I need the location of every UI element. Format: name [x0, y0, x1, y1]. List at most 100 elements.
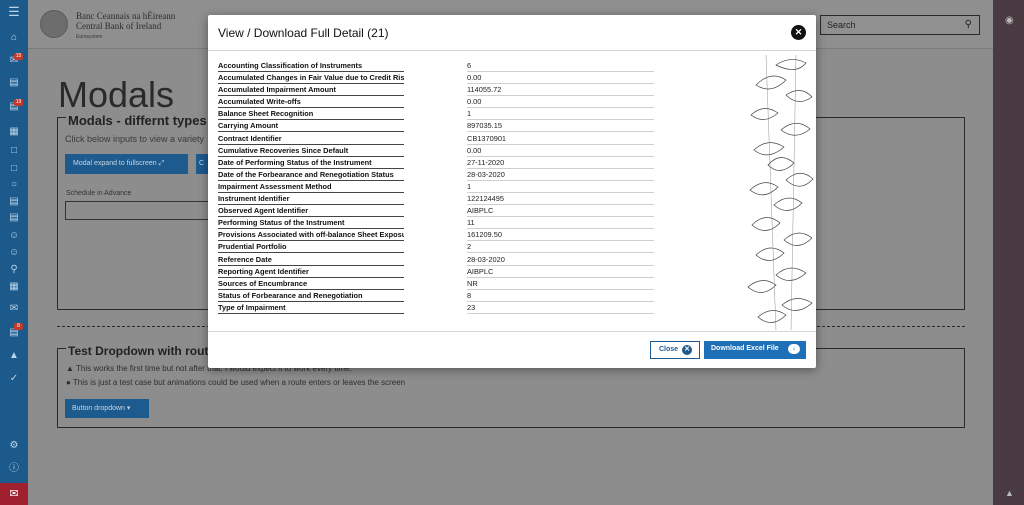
detail-label: Date of Performing Status of the Instrum…	[218, 157, 404, 169]
clipboard-icon[interactable]: □	[0, 161, 28, 177]
sitemap-icon[interactable]: ▲	[1005, 488, 1014, 498]
detail-value: 28-03-2020	[467, 254, 505, 264]
value-underline	[467, 312, 654, 314]
detail-label: Prudential Portfolio	[218, 241, 404, 254]
right-panel-strip: ◉ ▲	[993, 0, 1024, 505]
search-icon[interactable]: ⚲	[965, 19, 972, 30]
modal-fullscreen-label: Modal expand to fullscreen	[73, 160, 157, 167]
home-icon[interactable]: ⌂	[0, 30, 28, 46]
modal-header: View / Download Full Detail (21) ✕	[208, 15, 816, 51]
detail-row: Sources of Encumbrance NR	[218, 278, 654, 290]
detail-value: 23	[467, 302, 476, 312]
detail-row: Reporting Agent Identifier AIBPLC	[218, 266, 654, 278]
download-excel-button[interactable]: Download Excel File ↓	[704, 341, 806, 359]
detail-label: Observed Agent Identifier	[218, 205, 404, 218]
detail-label: Impairment Assessment Method	[218, 181, 404, 193]
mail-icon[interactable]: ✉	[0, 301, 28, 317]
detail-label: Instrument Identifier	[218, 193, 404, 206]
detail-value: 0.00	[467, 145, 482, 155]
close-button-label: Close	[659, 346, 679, 353]
modal-fullscreen-button[interactable]: Modal expand to fullscreen ⤢	[65, 154, 188, 174]
settings-icon[interactable]: ⚙	[0, 438, 28, 454]
report-icon[interactable]: ▤	[0, 210, 28, 226]
detail-row: Accumulated Write-offs 0.00	[218, 96, 654, 109]
detail-label: Reporting Agent Identifier	[218, 266, 404, 278]
modal-close-icon[interactable]: ✕	[791, 25, 806, 40]
detail-value: 11	[467, 218, 475, 228]
detail-label: Balance Sheet Recognition	[218, 108, 404, 121]
detail-value: 0.00	[467, 73, 482, 83]
detail-list: Accounting Classification of Instruments…	[218, 60, 654, 314]
detail-row: Provisions Associated with off-balance S…	[218, 229, 654, 242]
detail-value: 897035.15	[467, 121, 502, 131]
table-icon[interactable]: ▦	[0, 279, 28, 295]
detail-label: Accounting Classification of Instruments	[218, 60, 404, 72]
modals-section-subtitle: Click below inputs to view a variety	[65, 134, 205, 144]
magnify-icon[interactable]: ⚲	[0, 262, 28, 278]
check-icon[interactable]: ✓	[0, 371, 28, 387]
eye-icon[interactable]: ◉	[1005, 15, 1014, 26]
modal-button-partial[interactable]: C	[196, 154, 208, 174]
modal-title: View / Download Full Detail (21)	[218, 26, 389, 40]
detail-value: 8	[467, 290, 472, 300]
detail-value: 28-03-2020	[467, 169, 505, 179]
user-icon[interactable]: ☺	[0, 228, 28, 244]
schedule-input[interactable]	[65, 201, 215, 220]
messages-icon[interactable]: ✉	[0, 483, 28, 505]
detail-value: NR	[467, 278, 478, 288]
button-dropdown-label: Button dropdown	[72, 405, 125, 412]
left-sidebar: ☰ ⌂ ✉ 15 ▤ ▤ 19 ▦ □ □ ○ ▤ ▤ ☺ ☺ ⚲ ▦ ✉ ▤ …	[0, 0, 28, 505]
detail-row: Observed Agent Identifier AIBPLC	[218, 205, 654, 218]
dropdown-section-title: Test Dropdown with router	[66, 344, 222, 358]
detail-label: Date of the Forbearance and Renegotiatio…	[218, 169, 404, 181]
detail-value: 2	[467, 242, 472, 252]
detail-label: Status of Forbearance and Renegotiation	[218, 290, 404, 302]
detail-label: Cumulative Recoveries Since Default	[218, 145, 404, 157]
detail-label: Carrying Amount	[218, 120, 404, 133]
detail-value: 27-11-2020	[467, 157, 505, 167]
close-button[interactable]: Close ✕	[650, 341, 700, 359]
menu-icon[interactable]: ☰	[0, 4, 28, 20]
detail-label: Accumulated Changes in Fair Value due to…	[218, 73, 404, 85]
detail-label: Contract Identifier	[218, 133, 404, 145]
layers-icon[interactable]: ▦	[0, 124, 28, 140]
detail-row: Accumulated Changes in Fair Value due to…	[218, 72, 654, 85]
inbox-badge: 15	[14, 53, 23, 60]
detail-row: Date of Performing Status of the Instrum…	[218, 157, 654, 169]
clock-icon[interactable]: ○	[0, 177, 28, 193]
detail-row: Reference Date 28-03-2020	[218, 254, 654, 266]
logo-text-eurosystem: Eurosystem	[76, 34, 103, 40]
logo-text-english: Central Bank of Ireland	[76, 21, 162, 31]
detail-label: Accumulated Write-offs	[218, 96, 404, 109]
detail-row: Accounting Classification of Instruments…	[218, 60, 654, 72]
documents-icon[interactable]: ▤	[0, 75, 28, 91]
info-circle-icon[interactable]: ⓘ	[0, 461, 28, 477]
detail-value: 114055.72	[467, 85, 502, 95]
detail-row: Contract Identifier CB1370901	[218, 133, 654, 145]
list-icon[interactable]: ▤	[0, 194, 28, 210]
detail-row: Prudential Portfolio 2	[218, 241, 654, 254]
modal-body: Accounting Classification of Instruments…	[208, 51, 816, 330]
detail-value: 1	[467, 181, 472, 191]
warning-icon: ▲	[66, 364, 74, 373]
cloud-download-icon: ↓	[788, 344, 800, 354]
detail-value: AIBPLC	[467, 266, 494, 276]
files-badge: 19	[14, 99, 23, 106]
page-title: Modals	[58, 74, 175, 115]
chart-icon[interactable]: ▲	[0, 348, 28, 364]
detail-row: Status of Forbearance and Renegotiation 8	[218, 290, 654, 302]
download-button-label: Download Excel File	[711, 345, 779, 352]
detail-value: 161209.50	[467, 230, 502, 240]
expand-icon: ⤢	[158, 160, 165, 167]
detail-row: Type of Impairment 23	[218, 302, 654, 314]
detail-label: Accumulated Impairment Amount	[218, 84, 404, 97]
detail-row: Performing Status of the Instrument 11	[218, 217, 654, 230]
search-input[interactable]: Search ⚲	[820, 15, 980, 35]
info-line: ● This is just a test case but animation…	[66, 378, 405, 387]
users-icon[interactable]: ☺	[0, 245, 28, 261]
button-dropdown[interactable]: Button dropdown ▾	[65, 399, 149, 418]
detail-label: Type of Impairment	[218, 302, 404, 314]
detail-row: Accumulated Impairment Amount 114055.72	[218, 84, 654, 97]
calendar-icon[interactable]: □	[0, 143, 28, 159]
detail-row: Carrying Amount 897035.15	[218, 120, 654, 133]
